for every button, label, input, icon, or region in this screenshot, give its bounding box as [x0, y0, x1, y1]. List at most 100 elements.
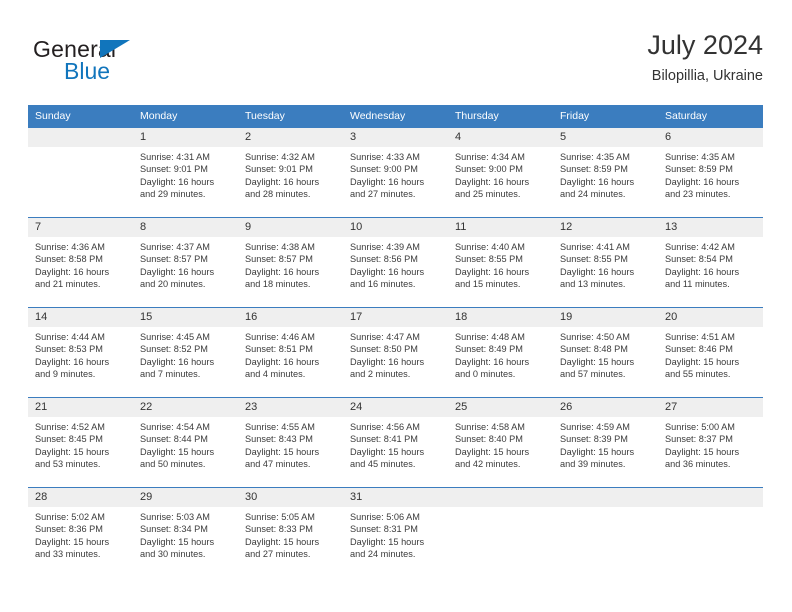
calendar-day-cell[interactable]: 14 Sunrise: 4:44 AM Sunset: 8:53 PM Dayl…	[28, 307, 133, 398]
day-number: 17	[343, 308, 448, 327]
calendar-day-cell[interactable]: 28 Sunrise: 5:02 AM Sunset: 8:36 PM Dayl…	[28, 487, 133, 578]
day-details: Sunrise: 4:54 AM Sunset: 8:44 PM Dayligh…	[133, 417, 238, 471]
day-number	[658, 488, 763, 507]
day-number: 22	[133, 398, 238, 417]
day-details: Sunrise: 5:05 AM Sunset: 8:33 PM Dayligh…	[238, 507, 343, 561]
day-details: Sunrise: 4:31 AM Sunset: 9:01 PM Dayligh…	[133, 147, 238, 201]
day-cell-inner: 1 Sunrise: 4:31 AM Sunset: 9:01 PM Dayli…	[133, 128, 238, 217]
day-number: 31	[343, 488, 448, 507]
day-number: 8	[133, 218, 238, 237]
daylight-text-2: and 42 minutes.	[455, 459, 521, 470]
day-cell-inner	[448, 488, 553, 578]
daylight-text-1: Daylight: 16 hours	[245, 176, 320, 187]
day-number: 24	[343, 398, 448, 417]
calendar-day-cell[interactable]: 7 Sunrise: 4:36 AM Sunset: 8:58 PM Dayli…	[28, 217, 133, 308]
calendar-day-cell[interactable]: 29 Sunrise: 5:03 AM Sunset: 8:34 PM Dayl…	[133, 487, 238, 578]
calendar-day-cell[interactable]: 16 Sunrise: 4:46 AM Sunset: 8:51 PM Dayl…	[238, 307, 343, 398]
calendar-day-cell[interactable]: 8 Sunrise: 4:37 AM Sunset: 8:57 PM Dayli…	[133, 217, 238, 308]
daylight-text-1: Daylight: 16 hours	[350, 176, 425, 187]
calendar-day-cell[interactable]: 11 Sunrise: 4:40 AM Sunset: 8:55 PM Dayl…	[448, 217, 553, 308]
daylight-text-1: Daylight: 16 hours	[560, 266, 635, 277]
logo-triangle-icon	[100, 40, 130, 58]
daylight-text-1: Daylight: 15 hours	[560, 356, 635, 367]
daylight-text-1: Daylight: 15 hours	[665, 356, 740, 367]
day-details: Sunrise: 4:52 AM Sunset: 8:45 PM Dayligh…	[28, 417, 133, 471]
calendar-day-cell[interactable]: 13 Sunrise: 4:42 AM Sunset: 8:54 PM Dayl…	[658, 217, 763, 308]
sunrise-text: Sunrise: 4:48 AM	[455, 332, 525, 342]
sunset-text: Sunset: 8:33 PM	[245, 524, 313, 535]
sunset-text: Sunset: 8:49 PM	[455, 344, 523, 355]
daylight-text-2: and 45 minutes.	[350, 459, 416, 470]
day-details: Sunrise: 4:47 AM Sunset: 8:50 PM Dayligh…	[343, 327, 448, 381]
calendar-day-cell[interactable]	[28, 127, 133, 218]
daylight-text-1: Daylight: 15 hours	[245, 536, 320, 547]
day-number	[448, 488, 553, 507]
calendar-page: General Blue July 2024 Bilopillia, Ukrai…	[0, 0, 792, 612]
calendar-day-cell[interactable]: 15 Sunrise: 4:45 AM Sunset: 8:52 PM Dayl…	[133, 307, 238, 398]
calendar-day-cell[interactable]: 5 Sunrise: 4:35 AM Sunset: 8:59 PM Dayli…	[553, 127, 658, 218]
calendar-day-cell[interactable]: 2 Sunrise: 4:32 AM Sunset: 9:01 PM Dayli…	[238, 127, 343, 218]
day-number: 26	[553, 398, 658, 417]
calendar-day-cell[interactable]: 25 Sunrise: 4:58 AM Sunset: 8:40 PM Dayl…	[448, 397, 553, 488]
sunrise-text: Sunrise: 4:39 AM	[350, 242, 420, 252]
calendar-day-cell[interactable]	[553, 487, 658, 578]
daylight-text-2: and 27 minutes.	[350, 189, 416, 200]
day-cell-inner: 22 Sunrise: 4:54 AM Sunset: 8:44 PM Dayl…	[133, 398, 238, 487]
calendar-day-cell[interactable]: 23 Sunrise: 4:55 AM Sunset: 8:43 PM Dayl…	[238, 397, 343, 488]
day-number: 21	[28, 398, 133, 417]
day-cell-inner: 29 Sunrise: 5:03 AM Sunset: 8:34 PM Dayl…	[133, 488, 238, 578]
calendar-day-cell[interactable]: 27 Sunrise: 5:00 AM Sunset: 8:37 PM Dayl…	[658, 397, 763, 488]
day-cell-inner: 25 Sunrise: 4:58 AM Sunset: 8:40 PM Dayl…	[448, 398, 553, 487]
calendar-day-cell[interactable]: 22 Sunrise: 4:54 AM Sunset: 8:44 PM Dayl…	[133, 397, 238, 488]
calendar-day-cell[interactable]: 19 Sunrise: 4:50 AM Sunset: 8:48 PM Dayl…	[553, 307, 658, 398]
sunrise-text: Sunrise: 4:46 AM	[245, 332, 315, 342]
calendar-day-cell[interactable]: 12 Sunrise: 4:41 AM Sunset: 8:55 PM Dayl…	[553, 217, 658, 308]
daylight-text-1: Daylight: 15 hours	[35, 536, 110, 547]
day-number: 1	[133, 128, 238, 147]
daylight-text-2: and 16 minutes.	[350, 279, 416, 290]
calendar-day-cell[interactable]: 3 Sunrise: 4:33 AM Sunset: 9:00 PM Dayli…	[343, 127, 448, 218]
page-subtitle: Bilopillia, Ukraine	[651, 68, 763, 84]
sunset-text: Sunset: 9:00 PM	[350, 164, 418, 175]
calendar-day-cell[interactable]: 21 Sunrise: 4:52 AM Sunset: 8:45 PM Dayl…	[28, 397, 133, 488]
weekday-header-monday: Monday	[133, 105, 238, 128]
calendar-day-cell[interactable]: 24 Sunrise: 4:56 AM Sunset: 8:41 PM Dayl…	[343, 397, 448, 488]
sunset-text: Sunset: 8:39 PM	[560, 434, 628, 445]
day-number: 16	[238, 308, 343, 327]
calendar-day-cell[interactable]: 1 Sunrise: 4:31 AM Sunset: 9:01 PM Dayli…	[133, 127, 238, 218]
daylight-text-2: and 36 minutes.	[665, 459, 731, 470]
day-number: 18	[448, 308, 553, 327]
day-details: Sunrise: 4:50 AM Sunset: 8:48 PM Dayligh…	[553, 327, 658, 381]
daylight-text-2: and 23 minutes.	[665, 189, 731, 200]
sunrise-text: Sunrise: 5:03 AM	[140, 512, 210, 522]
calendar-day-cell[interactable]: 31 Sunrise: 5:06 AM Sunset: 8:31 PM Dayl…	[343, 487, 448, 578]
calendar-day-cell[interactable]: 30 Sunrise: 5:05 AM Sunset: 8:33 PM Dayl…	[238, 487, 343, 578]
daylight-text-1: Daylight: 16 hours	[245, 266, 320, 277]
weekday-header-row: Sunday Monday Tuesday Wednesday Thursday…	[28, 105, 763, 128]
calendar-day-cell[interactable]: 4 Sunrise: 4:34 AM Sunset: 9:00 PM Dayli…	[448, 127, 553, 218]
sunset-text: Sunset: 8:59 PM	[560, 164, 628, 175]
sunrise-text: Sunrise: 4:51 AM	[665, 332, 735, 342]
calendar-day-cell[interactable]: 18 Sunrise: 4:48 AM Sunset: 8:49 PM Dayl…	[448, 307, 553, 398]
calendar-day-cell[interactable]: 9 Sunrise: 4:38 AM Sunset: 8:57 PM Dayli…	[238, 217, 343, 308]
sunset-text: Sunset: 8:44 PM	[140, 434, 208, 445]
day-details: Sunrise: 4:35 AM Sunset: 8:59 PM Dayligh…	[658, 147, 763, 201]
general-blue-logo[interactable]: General Blue	[33, 36, 233, 94]
day-cell-inner	[28, 128, 133, 217]
sunset-text: Sunset: 9:01 PM	[245, 164, 313, 175]
sunrise-text: Sunrise: 4:32 AM	[245, 152, 315, 162]
day-cell-inner	[658, 488, 763, 578]
day-cell-inner: 6 Sunrise: 4:35 AM Sunset: 8:59 PM Dayli…	[658, 128, 763, 217]
sunrise-text: Sunrise: 4:34 AM	[455, 152, 525, 162]
calendar-day-cell[interactable]	[658, 487, 763, 578]
calendar-day-cell[interactable]: 26 Sunrise: 4:59 AM Sunset: 8:39 PM Dayl…	[553, 397, 658, 488]
calendar-day-cell[interactable]: 6 Sunrise: 4:35 AM Sunset: 8:59 PM Dayli…	[658, 127, 763, 218]
calendar-day-cell[interactable]	[448, 487, 553, 578]
calendar-day-cell[interactable]: 20 Sunrise: 4:51 AM Sunset: 8:46 PM Dayl…	[658, 307, 763, 398]
calendar-day-cell[interactable]: 10 Sunrise: 4:39 AM Sunset: 8:56 PM Dayl…	[343, 217, 448, 308]
sunrise-text: Sunrise: 4:37 AM	[140, 242, 210, 252]
sunrise-text: Sunrise: 4:35 AM	[560, 152, 630, 162]
sunset-text: Sunset: 8:58 PM	[35, 254, 103, 265]
calendar-day-cell[interactable]: 17 Sunrise: 4:47 AM Sunset: 8:50 PM Dayl…	[343, 307, 448, 398]
weekday-header-wednesday: Wednesday	[343, 105, 448, 128]
